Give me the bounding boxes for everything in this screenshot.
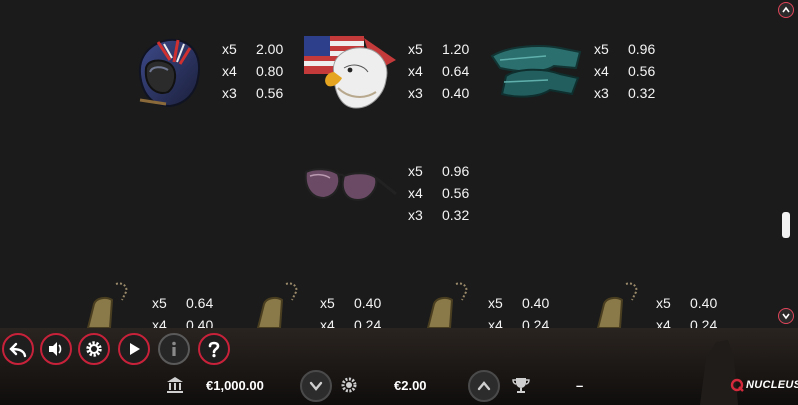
bet-decrease-button[interactable] xyxy=(300,370,332,402)
pay-multiplier: x4 xyxy=(152,317,167,328)
eagle-flag-symbol xyxy=(304,36,396,109)
pay-value: 0.24 xyxy=(354,317,382,328)
dog-tag-q-symbol xyxy=(426,282,468,328)
pay-value: 0.56 xyxy=(442,185,470,201)
pay-multiplier: x5 xyxy=(222,41,237,57)
nucleus-logo: NUCLEUS xyxy=(730,378,798,392)
pay-multiplier: x5 xyxy=(488,295,503,311)
pay-value: 0.24 xyxy=(690,317,718,328)
dog-tag-a-pays: x5 0.64 x4 0.40 xyxy=(152,292,232,328)
balance-value: €1,000.00 xyxy=(206,378,264,393)
pay-value: 0.96 xyxy=(628,41,656,57)
info-button[interactable] xyxy=(158,333,190,365)
dog-tag-q-pays: x5 0.40 x4 0.24 xyxy=(488,292,568,328)
settings-button[interactable] xyxy=(78,333,110,365)
bet-increase-button[interactable] xyxy=(468,370,500,402)
aviator-sunglasses-pays: x5 0.96 x4 0.56 x3 0.32 xyxy=(408,160,488,226)
nucleus-logo-text: NUCLEUS xyxy=(746,379,798,391)
scroll-up-button[interactable] xyxy=(778,2,794,18)
trophy-icon xyxy=(512,378,530,393)
aviator-sunglasses-symbol xyxy=(304,168,397,202)
pay-multiplier: x5 xyxy=(594,41,609,57)
pilot-gloves-pays: x5 0.96 x4 0.56 x3 0.32 xyxy=(594,38,674,104)
pay-value: 0.32 xyxy=(442,207,470,223)
bank-icon xyxy=(167,377,183,393)
pay-value: 0.32 xyxy=(628,85,656,101)
play-icon xyxy=(130,343,140,355)
pay-multiplier: x3 xyxy=(594,85,609,101)
pilot-helmet-symbol xyxy=(138,38,200,108)
pay-multiplier: x5 xyxy=(152,295,167,311)
dog-tag-j-pays: x5 0.40 x4 0.24 xyxy=(656,292,736,328)
pay-multiplier: x5 xyxy=(408,163,423,179)
pay-value: 0.40 xyxy=(522,295,550,311)
coins-gear-icon xyxy=(341,377,357,393)
pay-multiplier: x5 xyxy=(408,41,423,57)
gear-icon xyxy=(86,341,102,357)
nucleus-logo-mark xyxy=(730,378,744,392)
pay-value: 0.40 xyxy=(354,295,382,311)
paytable-panel: x5 2.00 x4 0.80 x3 0.56 x5 1.20 x4 0.64 x3 0.4… xyxy=(0,0,798,328)
chevron-up-icon xyxy=(782,6,790,13)
scroll-thumb[interactable] xyxy=(782,212,790,238)
pay-value: 0.64 xyxy=(186,295,214,311)
pay-multiplier: x4 xyxy=(656,317,671,328)
pilot-gloves-symbol xyxy=(490,45,582,98)
back-arrow-icon xyxy=(9,342,27,358)
pay-value: 2.00 xyxy=(256,41,284,57)
win-value: – xyxy=(576,378,584,393)
pay-value: 0.40 xyxy=(690,295,718,311)
pay-multiplier: x4 xyxy=(408,63,423,79)
dog-tag-k-pays: x5 0.40 x4 0.24 xyxy=(320,292,400,328)
autoplay-button[interactable] xyxy=(118,333,150,365)
pay-multiplier: x5 xyxy=(656,295,671,311)
info-icon xyxy=(172,341,176,356)
pay-value: 0.40 xyxy=(442,85,470,101)
dog-tag-j-symbol xyxy=(596,282,638,328)
pay-multiplier: x3 xyxy=(222,85,237,101)
help-button[interactable] xyxy=(198,333,230,365)
pay-value: 0.24 xyxy=(522,317,550,328)
scroll-down-button[interactable] xyxy=(778,308,794,324)
dog-tag-k-symbol xyxy=(256,282,298,328)
pay-multiplier: x3 xyxy=(408,85,423,101)
pay-value: 0.56 xyxy=(256,85,284,101)
pay-value: 0.56 xyxy=(628,63,656,79)
pay-value: 0.80 xyxy=(256,63,284,79)
chevron-down-icon xyxy=(309,381,323,391)
speaker-icon xyxy=(49,342,62,356)
pay-value: 1.20 xyxy=(442,41,470,57)
pay-multiplier: x4 xyxy=(594,63,609,79)
bet-value: €2.00 xyxy=(394,378,427,393)
pay-multiplier: x4 xyxy=(488,317,503,328)
bottom-control-bar: €1,000.00 €2.00 – NUCLEUS xyxy=(0,328,798,405)
sound-button[interactable] xyxy=(40,333,72,365)
pay-value: 0.96 xyxy=(442,163,470,179)
pay-multiplier: x4 xyxy=(222,63,237,79)
back-button[interactable] xyxy=(2,333,34,365)
chevron-down-icon xyxy=(782,313,790,320)
pilot-helmet-pays: x5 2.00 x4 0.80 x3 0.56 xyxy=(222,38,302,104)
question-icon xyxy=(208,341,220,358)
eagle-flag-pays: x5 1.20 x4 0.64 x3 0.40 xyxy=(408,38,488,104)
pay-multiplier: x4 xyxy=(408,185,423,201)
pay-value: 0.40 xyxy=(186,317,214,328)
pay-value: 0.64 xyxy=(442,63,470,79)
pay-multiplier: x3 xyxy=(408,207,423,223)
pay-multiplier: x5 xyxy=(320,295,335,311)
dog-tag-a-symbol xyxy=(86,282,128,328)
pay-multiplier: x4 xyxy=(320,317,335,328)
chevron-up-icon xyxy=(477,381,491,391)
